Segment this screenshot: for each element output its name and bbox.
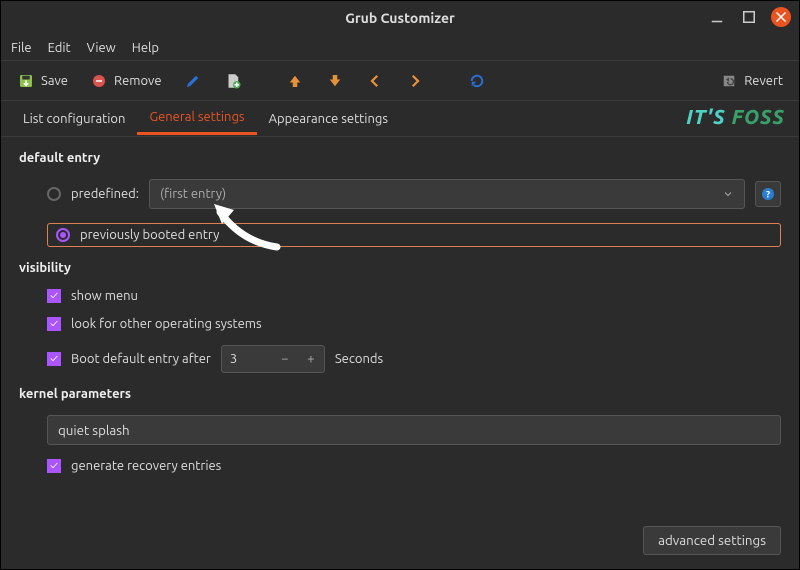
tab-list-configuration[interactable]: List configuration — [11, 104, 137, 134]
menu-file[interactable]: File — [11, 41, 32, 55]
remove-button[interactable]: Remove — [84, 68, 168, 94]
recovery-entries-label: generate recovery entries — [71, 459, 221, 473]
menu-view[interactable]: View — [87, 41, 116, 55]
checkbox-boot-default[interactable]: ✓ — [47, 352, 61, 366]
refresh-icon — [468, 72, 486, 90]
refresh-button[interactable] — [462, 68, 492, 94]
checkbox-recovery-entries[interactable]: ✓ — [47, 459, 61, 473]
predefined-label: predefined: — [71, 187, 139, 201]
show-menu-label: show menu — [71, 289, 138, 303]
chevron-right-icon — [406, 72, 424, 90]
revert-icon — [720, 72, 738, 90]
tab-general-settings[interactable]: General settings — [137, 102, 256, 135]
chevron-left-icon — [366, 72, 384, 90]
arrow-up-icon — [286, 72, 304, 90]
pencil-icon — [184, 72, 202, 90]
menu-edit[interactable]: Edit — [48, 41, 71, 55]
edit-button[interactable] — [178, 68, 208, 94]
section-visibility: visibility — [19, 261, 781, 275]
seconds-label: Seconds — [335, 352, 383, 366]
new-button[interactable] — [218, 68, 248, 94]
move-down-button[interactable] — [320, 68, 350, 94]
radio-predefined[interactable] — [47, 187, 61, 201]
section-kernel-parameters: kernel parameters — [19, 387, 781, 401]
minus-button[interactable]: − — [272, 352, 298, 366]
help-button[interactable]: ? — [755, 181, 781, 207]
section-default-entry: default entry — [19, 151, 781, 165]
titlebar: Grub Customizer — [1, 1, 799, 35]
next-button[interactable] — [400, 68, 430, 94]
save-button[interactable]: Save — [11, 68, 74, 94]
toolbar: Save Remove Revert — [1, 61, 799, 101]
boot-timeout-spinner[interactable]: 3 − + — [221, 345, 325, 373]
itsfoss-watermark: IT'S FOSS — [686, 105, 785, 128]
minimize-button[interactable] — [707, 7, 727, 27]
new-file-icon — [224, 72, 242, 90]
advanced-settings-button[interactable]: advanced settings — [643, 526, 781, 555]
svg-text:?: ? — [766, 188, 770, 199]
boot-default-label: Boot default entry after — [71, 352, 211, 366]
predefined-dropdown[interactable]: (first entry) — [149, 179, 745, 209]
menubar: File Edit View Help — [1, 35, 799, 61]
previously-booted-label: previously booted entry — [80, 228, 219, 242]
kernel-params-input[interactable] — [47, 415, 781, 445]
window-title: Grub Customizer — [345, 10, 455, 26]
remove-icon — [90, 72, 108, 90]
save-icon — [17, 72, 35, 90]
row-previously-booted[interactable]: previously booted entry — [47, 223, 781, 247]
predefined-value: (first entry) — [160, 187, 226, 201]
close-button[interactable] — [771, 7, 791, 27]
chevron-down-icon — [722, 188, 734, 200]
prev-button[interactable] — [360, 68, 390, 94]
content-area: default entry predefined: (first entry) … — [1, 137, 799, 569]
tab-appearance-settings[interactable]: Appearance settings — [257, 104, 400, 134]
plus-button[interactable]: + — [298, 352, 324, 366]
look-for-os-label: look for other operating systems — [71, 317, 262, 331]
boot-timeout-value: 3 — [222, 352, 272, 366]
menu-help[interactable]: Help — [132, 41, 159, 55]
maximize-button[interactable] — [739, 7, 759, 27]
move-up-button[interactable] — [280, 68, 310, 94]
help-icon: ? — [760, 186, 776, 202]
tab-bar: List configuration General settings Appe… — [1, 101, 799, 137]
arrow-down-icon — [326, 72, 344, 90]
checkbox-look-for-os[interactable]: ✓ — [47, 317, 61, 331]
revert-button[interactable]: Revert — [714, 68, 789, 94]
radio-previously-booted[interactable] — [56, 228, 70, 242]
checkbox-show-menu[interactable]: ✓ — [47, 289, 61, 303]
